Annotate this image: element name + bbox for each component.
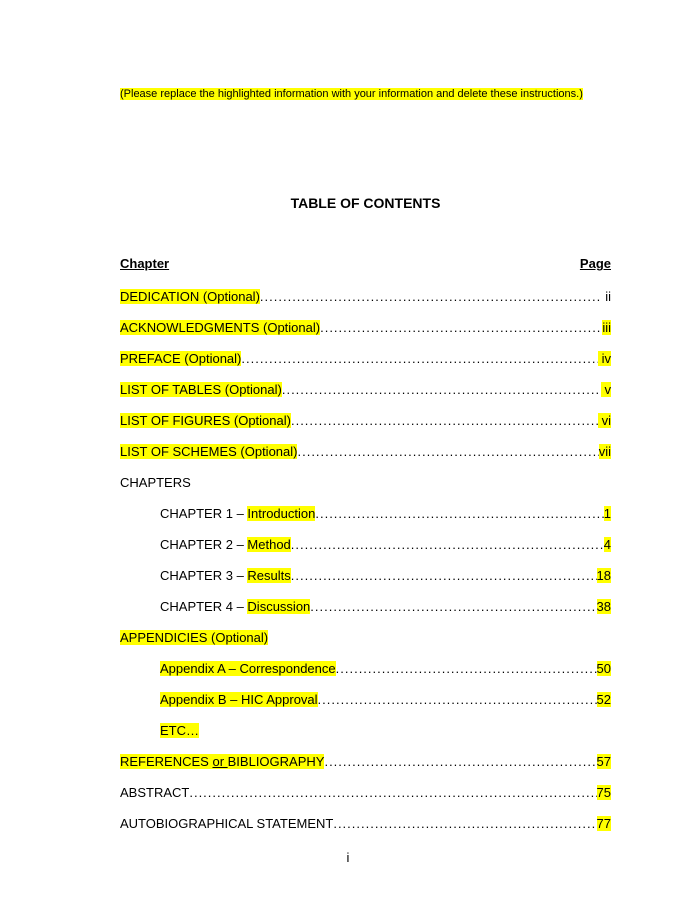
- toc-dots: [291, 413, 598, 428]
- toc-page: iv: [598, 351, 611, 366]
- toc-page: iii: [602, 320, 611, 335]
- toc-dots: [260, 289, 602, 304]
- toc-label: ABSTRACT: [120, 785, 189, 800]
- header-chapter: Chapter: [120, 256, 169, 271]
- toc-page: ii: [602, 289, 611, 304]
- toc-header: Chapter Page: [120, 256, 611, 271]
- toc-label: ETC…: [160, 723, 199, 738]
- toc-page: 38: [597, 599, 611, 614]
- toc-label: ACKNOWLEDGMENTS (Optional): [120, 320, 320, 335]
- toc-page: v: [601, 382, 611, 397]
- toc-dots: [310, 599, 596, 614]
- toc-entry-references: REFERENCES or BIBLIOGRAPHY 57: [120, 754, 611, 769]
- toc-page: 50: [597, 661, 611, 676]
- toc-entry-chapter-1: CHAPTER 1 – Introduction 1: [120, 506, 611, 521]
- instruction-note: (Please replace the highlighted informat…: [120, 85, 611, 100]
- toc-dots: [336, 661, 597, 676]
- toc-page: 18: [597, 568, 611, 583]
- toc-entry-appendix-a: Appendix A – Correspondence 50: [120, 661, 611, 676]
- toc-entry-acknowledgments: ACKNOWLEDGMENTS (Optional) iii: [120, 320, 611, 335]
- toc-label: DEDICATION (Optional): [120, 289, 260, 304]
- toc-dots: [315, 506, 603, 521]
- toc-dots: [291, 568, 597, 583]
- toc-label: LIST OF FIGURES (Optional): [120, 413, 291, 428]
- toc-entry-etc: ETC…: [120, 723, 611, 738]
- toc-label: LIST OF TABLES (Optional): [120, 382, 282, 397]
- toc-label: Appendix A – Correspondence: [160, 661, 336, 676]
- toc-label: Appendix B – HIC Approval: [160, 692, 318, 707]
- toc-entry-appendix-b: Appendix B – HIC Approval 52: [120, 692, 611, 707]
- toc-label: PREFACE (Optional): [120, 351, 241, 366]
- toc-dots: [189, 785, 596, 800]
- toc-label: AUTOBIOGRAPHICAL STATEMENT: [120, 816, 333, 831]
- toc-entry-autobio: AUTOBIOGRAPHICAL STATEMENT 77: [120, 816, 611, 831]
- toc-dots: [291, 537, 604, 552]
- toc-dots: [241, 351, 598, 366]
- toc-entry-abstract: ABSTRACT 75: [120, 785, 611, 800]
- toc-entry-tables: LIST OF TABLES (Optional) v: [120, 382, 611, 397]
- toc-page: 52: [597, 692, 611, 707]
- toc-entry-figures: LIST OF FIGURES (Optional) vi: [120, 413, 611, 428]
- toc-dots: [282, 382, 601, 397]
- toc-entry-chapter-3: CHAPTER 3 – Results 18: [120, 568, 611, 583]
- toc-page: 77: [597, 816, 611, 831]
- chapters-heading: CHAPTERS: [120, 475, 611, 490]
- instruction-text: (Please replace the highlighted informat…: [120, 88, 583, 100]
- toc-label: CHAPTER 1 – Introduction: [160, 506, 315, 521]
- toc-entry-chapter-4: CHAPTER 4 – Discussion 38: [120, 599, 611, 614]
- toc-dots: [320, 320, 602, 335]
- toc-dots: [297, 444, 598, 459]
- toc-entry-chapter-2: CHAPTER 2 – Method 4: [120, 537, 611, 552]
- toc-entry-preface: PREFACE (Optional) iv: [120, 351, 611, 366]
- toc-entry-dedication: DEDICATION (Optional) ii: [120, 289, 611, 304]
- appendices-heading: APPENDICIES (Optional): [120, 630, 611, 645]
- toc-page: 1: [604, 506, 611, 521]
- toc-page: 4: [604, 537, 611, 552]
- toc-dots: [333, 816, 596, 831]
- toc-page: 57: [597, 754, 611, 769]
- toc-label: LIST OF SCHEMES (Optional): [120, 444, 297, 459]
- toc-page: vi: [598, 413, 611, 428]
- page-number: i: [0, 850, 696, 865]
- toc-dots: [324, 754, 596, 769]
- page-title: TABLE OF CONTENTS: [120, 195, 611, 211]
- toc-label: CHAPTER 4 – Discussion: [160, 599, 310, 614]
- toc-page: 75: [597, 785, 611, 800]
- toc-page: vii: [599, 444, 611, 459]
- toc-label: CHAPTER 3 – Results: [160, 568, 291, 583]
- toc-label: REFERENCES or BIBLIOGRAPHY: [120, 754, 324, 769]
- toc-dots: [318, 692, 597, 707]
- toc-entry-schemes: LIST OF SCHEMES (Optional) vii: [120, 444, 611, 459]
- header-page: Page: [580, 256, 611, 271]
- toc-label: CHAPTER 2 – Method: [160, 537, 291, 552]
